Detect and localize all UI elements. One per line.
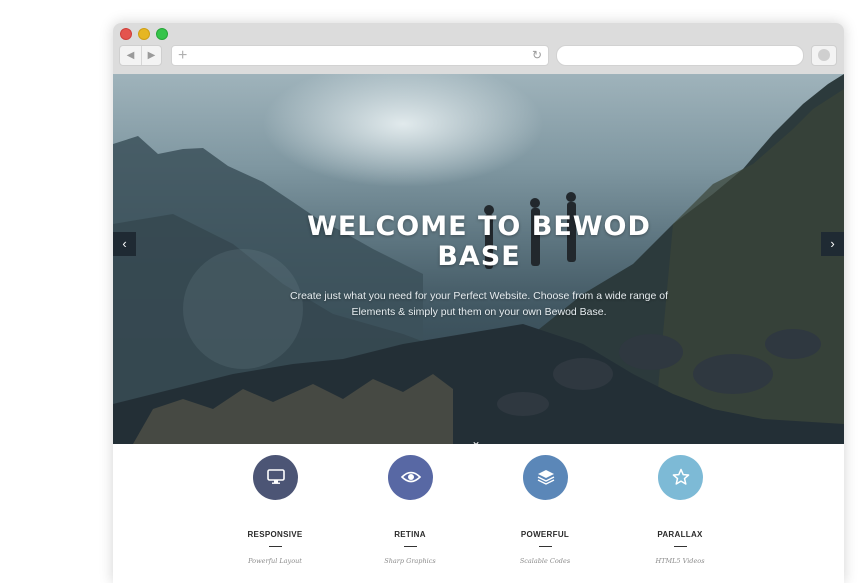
- chevron-right-icon: ›: [830, 236, 835, 251]
- feature-divider: [404, 546, 417, 547]
- extension-icon: [818, 49, 830, 61]
- feature-title: POWERFUL: [520, 530, 570, 539]
- feature-title: RESPONSIVE: [247, 530, 303, 539]
- feature-divider: [674, 546, 687, 547]
- back-button[interactable]: ◀: [120, 46, 142, 65]
- close-window-button[interactable]: [120, 28, 132, 40]
- feature-icon-circle: [523, 455, 568, 500]
- features-section: RESPONSIVE Powerful Layout RETINA Sharp …: [113, 444, 844, 583]
- maximize-window-button[interactable]: [156, 28, 168, 40]
- slider-next-button[interactable]: ›: [821, 232, 844, 256]
- new-tab-icon[interactable]: +: [178, 46, 187, 65]
- feature-title: RETINA: [394, 530, 426, 539]
- hero-slider: WELCOME TO BEWOD BASE Create just what y…: [113, 74, 844, 444]
- forward-button[interactable]: ▶: [141, 46, 162, 65]
- feature-icon-circle: [253, 455, 298, 500]
- feature-divider: [269, 546, 282, 547]
- feature-title: PARALLAX: [657, 530, 703, 539]
- feature-subtitle: Sharp Graphics: [384, 557, 436, 565]
- scroll-down-button[interactable]: ⌄: [471, 434, 482, 444]
- slider-prev-button[interactable]: ‹: [113, 232, 136, 256]
- eye-icon: [400, 471, 421, 483]
- hero-subtitle: Create just what you need for your Perfe…: [290, 290, 668, 318]
- star-icon: [672, 468, 689, 485]
- layers-icon: [537, 470, 554, 485]
- feature-icon-circle: [388, 455, 433, 500]
- reload-icon[interactable]: ↻: [532, 46, 542, 65]
- history-nav: ◀ ▶: [119, 45, 162, 66]
- feature-subtitle: Scalable Codes: [519, 557, 571, 565]
- chevron-down-icon: ⌄: [471, 434, 482, 444]
- monitor-icon: [266, 469, 285, 484]
- address-bar[interactable]: + ↻: [171, 45, 549, 66]
- browser-toolbar: ◀ ▶ + ↻: [113, 23, 844, 75]
- chevron-left-icon: ‹: [122, 236, 127, 251]
- feature-divider: [539, 546, 552, 547]
- minimize-window-button[interactable]: [138, 28, 150, 40]
- browser-window: ◀ ▶ + ↻ WELCOME TO BEWOD BASE Create jus…: [113, 23, 844, 583]
- feature-subtitle: HTML5 Videos: [655, 557, 705, 565]
- extension-button[interactable]: [811, 45, 837, 66]
- hero-title: WELCOME TO BEWOD BASE: [307, 211, 651, 272]
- feature-subtitle: Powerful Layout: [248, 557, 302, 565]
- search-input[interactable]: [556, 45, 804, 66]
- feature-icon-circle: [658, 455, 703, 500]
